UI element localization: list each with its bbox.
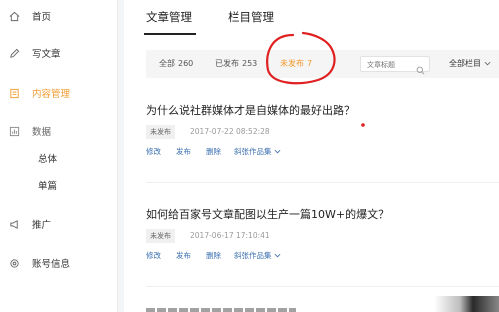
sidebar-item-label: 推广: [32, 220, 52, 231]
edit-link[interactable]: 修改: [146, 250, 161, 261]
sidebar-item-label: 总体: [38, 154, 58, 165]
search-input[interactable]: [367, 59, 415, 70]
article-date: 2017-06-17 17:10:41: [190, 231, 270, 240]
article-title[interactable]: 如何给百家号文章配图以生产一篇10W+的爆文？: [146, 206, 389, 222]
filter-unpublished[interactable]: 未发布 7: [280, 58, 312, 69]
edit-link[interactable]: 修改: [146, 146, 161, 157]
collection-link[interactable]: 斜张作品集: [234, 146, 281, 157]
sidebar-item-overall[interactable]: 总体: [0, 145, 118, 171]
chevron-down-icon: [274, 251, 281, 260]
sidebar-item-data[interactable]: 数据: [0, 118, 118, 144]
filter-count: 7: [307, 59, 313, 68]
sidebar-item-label: 账号信息: [32, 259, 71, 270]
publish-link[interactable]: 发布: [176, 146, 191, 157]
sidebar-item-label: 内容管理: [32, 89, 71, 100]
sidebar-item-label: 首页: [32, 12, 52, 23]
filter-label: 未发布: [280, 59, 304, 68]
chart-icon: [8, 125, 20, 137]
home-icon: [8, 10, 20, 22]
article-row-partial: [146, 304, 346, 312]
status-badge: 未发布: [146, 125, 175, 139]
status-badge: 未发布: [146, 229, 175, 243]
tab-bar: 文章管理 栏目管理: [124, 0, 499, 36]
category-select-label: 全部栏目: [449, 59, 481, 68]
thumbnail-image: [434, 296, 499, 312]
main-panel: 文章管理 栏目管理 全部260 已发布253 未发布7 全部栏目 为什么说社群媒…: [124, 0, 499, 312]
chevron-down-icon: [274, 147, 281, 156]
megaphone-icon: [8, 218, 20, 230]
search-icon[interactable]: [416, 60, 425, 75]
filter-published[interactable]: 已发布 253: [215, 58, 257, 69]
sidebar: 首页 写文章 内容管理 数据 总体 单篇 推广 账号信息: [0, 0, 118, 312]
sidebar-item-label: 写文章: [32, 49, 61, 60]
filter-bar: 全部260 已发布253 未发布7 全部栏目: [146, 50, 499, 78]
delete-link[interactable]: 删除: [206, 250, 221, 261]
tab-articles[interactable]: 文章管理: [146, 9, 192, 25]
active-tab-indicator: [144, 33, 196, 35]
sidebar-item-promotion[interactable]: 推广: [0, 211, 118, 237]
article-title[interactable]: 为什么说社群媒体才是自媒体的最好出路？: [146, 102, 355, 118]
delete-link[interactable]: 删除: [206, 146, 221, 157]
collection-link-label: 斜张作品集: [234, 147, 272, 156]
filter-count: 260: [178, 59, 194, 68]
collection-link[interactable]: 斜张作品集: [234, 250, 281, 261]
filter-count: 253: [242, 59, 258, 68]
sidebar-item-single[interactable]: 单篇: [0, 172, 118, 198]
sidebar-item-account[interactable]: 账号信息: [0, 250, 118, 276]
article-date: 2017-07-22 08:52:28: [190, 127, 270, 136]
gear-icon: [8, 257, 20, 269]
pencil-icon: [8, 47, 20, 59]
article-row: 为什么说社群媒体才是自媒体的最好出路？ 未发布 2017-07-22 08:52…: [146, 102, 499, 172]
filter-all[interactable]: 全部 260: [159, 58, 193, 69]
chevron-down-icon: [484, 59, 491, 68]
category-select[interactable]: 全部栏目: [449, 58, 491, 69]
divider: [146, 286, 499, 287]
sidebar-item-write[interactable]: 写文章: [0, 40, 118, 66]
sidebar-item-home[interactable]: 首页: [0, 3, 118, 29]
sidebar-item-content[interactable]: 内容管理: [0, 80, 118, 106]
article-row: 如何给百家号文章配图以生产一篇10W+的爆文？ 未发布 2017-06-17 1…: [146, 206, 499, 276]
divider: [146, 182, 499, 183]
collection-link-label: 斜张作品集: [234, 251, 272, 260]
tab-columns[interactable]: 栏目管理: [228, 9, 274, 25]
sidebar-item-label: 数据: [32, 127, 52, 138]
filter-label: 已发布: [215, 59, 239, 68]
search-box: [360, 56, 430, 75]
sidebar-item-label: 单篇: [38, 181, 58, 192]
publish-link[interactable]: 发布: [176, 250, 191, 261]
document-icon: [8, 87, 20, 99]
filter-label: 全部: [159, 59, 175, 68]
clipped-title-fragment: [146, 308, 296, 312]
